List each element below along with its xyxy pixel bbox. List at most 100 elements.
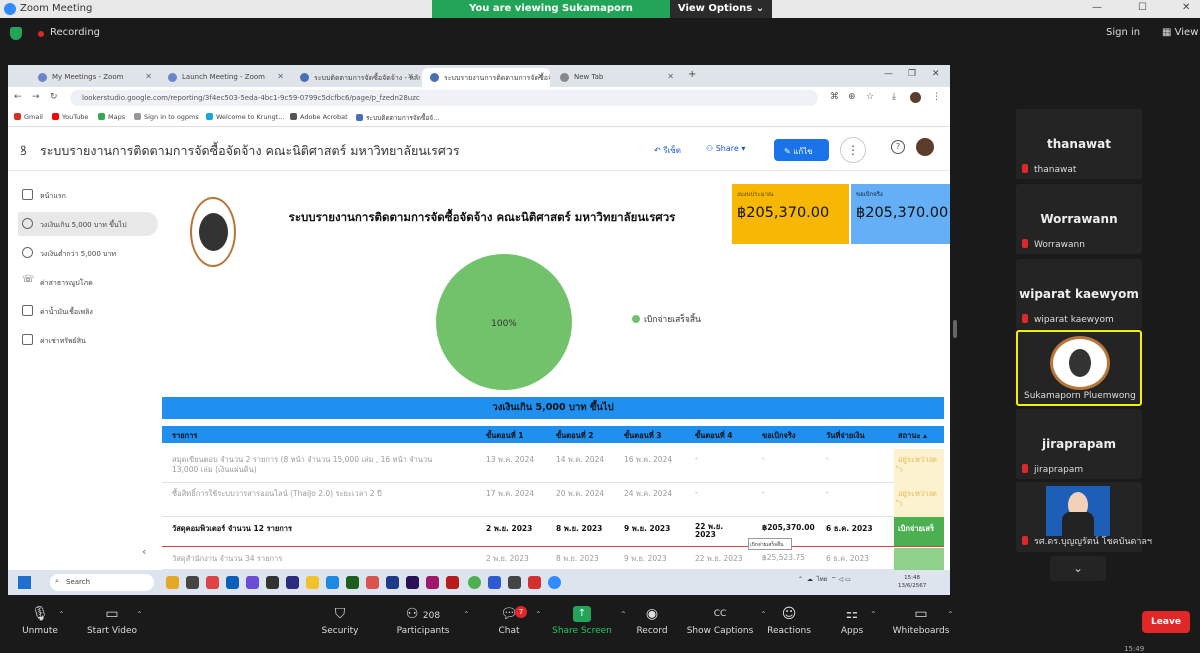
app-icon[interactable] — [246, 576, 259, 589]
collapse-nav-chevron-icon[interactable]: ‹ — [142, 545, 146, 558]
translate-icon[interactable]: ⌘ — [830, 92, 839, 102]
caret-up-icon[interactable]: ⌃ — [870, 610, 877, 619]
bookmark-ogpms[interactable]: Sign in to ogpms — [134, 113, 199, 121]
app-icon[interactable] — [206, 576, 219, 589]
column-header[interactable]: ขั้นตอนที่ 2 — [556, 430, 594, 442]
column-header[interactable]: วันที่จ่ายเงิน — [826, 430, 865, 442]
browser-tab[interactable]: My Meetings - Zoom ✕ — [30, 68, 158, 87]
nav-item-under-5000[interactable]: วงเงินต่ำกว่า 5,000 บาท — [18, 241, 158, 265]
app-icon[interactable] — [528, 576, 541, 589]
unmute-button[interactable]: 🎙︎ Unmute ⌃ — [0, 606, 80, 636]
chrome-icon[interactable] — [468, 576, 481, 589]
caret-up-icon[interactable]: ⌃ — [947, 610, 954, 619]
start-video-button[interactable]: ▭ Start Video ⌃ — [72, 606, 152, 636]
zoom-app-icon[interactable] — [548, 576, 561, 589]
column-header[interactable]: รายการ — [172, 430, 197, 442]
encryption-shield-icon[interactable] — [10, 27, 22, 40]
caret-up-icon[interactable]: ⌃ — [535, 610, 542, 619]
participant-tile[interactable]: รศ.ดร.บุญญรัตน์ โชคบันดาลฯ — [1016, 482, 1152, 552]
url-input[interactable]: lookerstudio.google.com/reporting/3f4ec5… — [70, 90, 818, 106]
bookmark-acrobat[interactable]: Adobe Acrobat — [290, 113, 348, 121]
close-icon[interactable]: ✕ — [1182, 2, 1190, 13]
nav-item-utilities[interactable]: ☏ ค่าสาธารณูปโภค — [18, 270, 158, 294]
system-tray[interactable]: ⌃ ☁ ไทย ⌔ ◁ ▭ — [798, 574, 851, 584]
chat-button[interactable]: 💬︎ 7 Chat ⌃ — [469, 606, 549, 636]
back-icon[interactable]: ← — [14, 92, 22, 102]
pie-legend[interactable]: เบิกจ่ายเสร็จสิ้น — [632, 312, 701, 326]
help-icon[interactable]: ? — [891, 140, 905, 154]
more-options-icon[interactable]: ⋮ — [840, 137, 866, 163]
bookmark-gmail[interactable]: Gmail — [14, 113, 43, 121]
taskbar-clock[interactable]: 15:48 13/6/2567 — [898, 574, 926, 590]
edit-button[interactable]: ✎ แก้ไข — [774, 139, 829, 161]
folder-icon[interactable] — [306, 576, 319, 589]
security-button[interactable]: ⛉ Security — [300, 606, 380, 636]
tab-close-icon[interactable]: ✕ — [407, 72, 414, 81]
new-tab-icon[interactable]: + — [688, 69, 696, 80]
participants-button[interactable]: ⚇ 208 Participants ⌃ — [383, 606, 470, 636]
taskbar-search-input[interactable]: ⌕ Search — [50, 574, 154, 591]
table-row[interactable]: วัสดุสำนักงาน จำนวน 34 รายการ 2 พ.ย. 202… — [162, 548, 944, 570]
task-view-icon[interactable] — [186, 576, 199, 589]
view-options-button[interactable]: View Options ⌄ — [670, 0, 772, 18]
nav-item-over-5000[interactable]: วงเงินเกิน 5,000 บาท ขึ้นไป — [18, 212, 158, 236]
edge-icon[interactable] — [326, 576, 339, 589]
caret-up-icon[interactable]: ⌃ — [58, 610, 65, 619]
leave-button[interactable]: Leave — [1142, 611, 1190, 633]
download-icon[interactable]: ⤓ — [892, 92, 896, 102]
whiteboards-button[interactable]: ▭ Whiteboards ⌃ — [881, 606, 961, 636]
forward-icon[interactable]: → — [32, 92, 40, 102]
menu-kebab-icon[interactable]: ⋮ — [932, 92, 941, 102]
app-icon[interactable] — [226, 576, 239, 589]
windows-start-icon[interactable] — [18, 576, 31, 589]
table-row-selected[interactable]: วัสดุคอมพิวเตอร์ จำนวน 12 รายการ 2 พ.ย. … — [162, 517, 944, 547]
app-icon[interactable] — [346, 576, 359, 589]
nav-item-rent[interactable]: ค่าเช่าทรัพย์สิน — [18, 328, 158, 352]
acrobat-icon[interactable] — [446, 576, 459, 589]
participant-tile[interactable]: thanawat thanawat — [1016, 109, 1142, 179]
view-button[interactable]: ▦ View — [1162, 27, 1198, 38]
participant-tile[interactable]: jiraprapam jiraprapam — [1016, 409, 1142, 479]
column-header[interactable]: ขอเบิกจริง — [762, 430, 796, 442]
bookmark-procurement[interactable]: ระบบติดตามการจัดซื้อจั... — [356, 113, 439, 123]
share-screen-button[interactable]: ↑ Share Screen ⌃ — [542, 606, 627, 636]
zoom-in-icon[interactable]: ⊕ — [848, 92, 856, 102]
browser-tab[interactable]: ระบบติดตามการจัดซื้อจัดจ้าง - หลัก ✕ — [292, 68, 420, 87]
bookmark-maps[interactable]: Maps — [98, 113, 125, 121]
table-row[interactable]: ซื้อสิทธิ์การใช้ระบบวารสารออนไลน์ (ThaiJ… — [162, 483, 944, 517]
column-header[interactable]: ขั้นตอนที่ 1 — [486, 430, 524, 442]
participant-tile[interactable]: Worrawann Worrawann — [1016, 184, 1142, 254]
show-captions-button[interactable]: CC Show Captions ⌃ — [680, 606, 767, 636]
app-icon[interactable] — [286, 576, 299, 589]
premiere-icon[interactable] — [406, 576, 419, 589]
caret-up-icon[interactable]: ⌃ — [136, 610, 143, 619]
star-icon[interactable]: ☆ — [866, 92, 874, 102]
app-icon[interactable] — [266, 576, 279, 589]
word-icon[interactable] — [488, 576, 501, 589]
browser-tab[interactable]: New Tab ✕ — [552, 68, 680, 87]
reset-button[interactable]: ↶ รีเซ็ต — [646, 139, 689, 159]
indesign-icon[interactable] — [426, 576, 439, 589]
profile-avatar[interactable] — [910, 92, 921, 103]
avatar[interactable] — [916, 138, 934, 156]
apps-button[interactable]: ⚏ Apps ⌃ — [812, 606, 892, 636]
tab-close-icon[interactable]: ✕ — [145, 72, 152, 81]
app-icon[interactable] — [166, 576, 179, 589]
participant-tile[interactable]: wiparat kaewyom wiparat kaewyom — [1016, 259, 1142, 329]
share-button[interactable]: ⚇ Share ▾ — [698, 139, 753, 159]
browser-close-icon[interactable]: ✕ — [932, 69, 940, 79]
column-header-status[interactable]: สถานะ ▴ — [898, 430, 927, 442]
maximize-icon[interactable]: ☐ — [1138, 2, 1147, 13]
sign-in-button[interactable]: Sign in — [1106, 27, 1140, 38]
nav-item-home[interactable]: หน้าแรก — [18, 183, 158, 207]
recording-label[interactable]: Recording — [50, 27, 100, 38]
split-resize-handle[interactable] — [953, 320, 957, 338]
reload-icon[interactable]: ↻ — [50, 92, 58, 102]
browser-tab-active[interactable]: ระบบรายงานการติดตามการจัดซื้อจัด ✕ — [422, 68, 550, 87]
browser-maximize-icon[interactable]: ❐ — [908, 69, 916, 79]
bookmark-krungthai[interactable]: Welcome to Krungt... — [206, 113, 284, 121]
tab-close-icon[interactable]: ✕ — [667, 72, 674, 81]
photoshop-icon[interactable] — [386, 576, 399, 589]
column-header[interactable]: ขั้นตอนที่ 3 — [624, 430, 662, 442]
browser-tab[interactable]: Launch Meeting - Zoom ✕ — [160, 68, 290, 87]
